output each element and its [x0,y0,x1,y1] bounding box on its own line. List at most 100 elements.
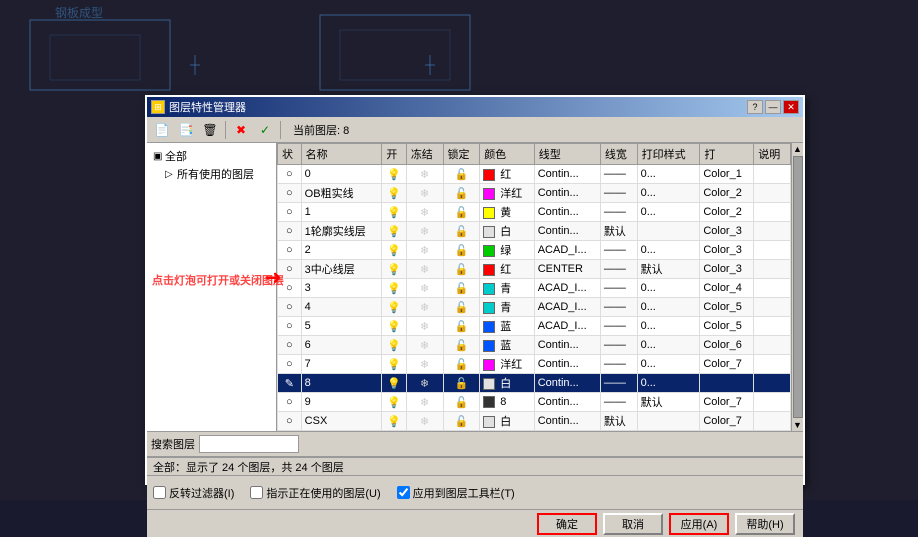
freeze-icon[interactable]: ❄ [420,245,429,257]
cell-linewidth[interactable]: —— [600,374,637,393]
cell-freeze[interactable]: ❄ [406,393,443,412]
freeze-icon[interactable]: ❄ [420,207,429,219]
cell-desc[interactable] [754,355,791,374]
cell-lock[interactable]: 🔓 [443,165,480,184]
cell-linetype[interactable]: Contin... [534,393,600,412]
lock-icon[interactable]: 🔓 [454,207,468,219]
checkbox-invert-filter[interactable]: 反转过滤器(I) [153,485,234,501]
bulb-icon[interactable]: 💡 [387,207,401,219]
cell-print[interactable]: Color_1 [700,165,754,184]
bulb-icon[interactable]: 💡 [387,378,401,390]
cell-on[interactable]: 💡 [382,165,407,184]
color-swatch[interactable] [483,396,495,408]
cell-on[interactable]: 💡 [382,336,407,355]
cell-linewidth[interactable]: —— [600,241,637,260]
cell-freeze[interactable]: ❄ [406,203,443,222]
col-linetype[interactable]: 线型 [534,144,600,165]
cell-on[interactable]: 💡 [382,374,407,393]
cell-print-style[interactable]: 0... [637,317,700,336]
cell-desc[interactable] [754,184,791,203]
cell-name[interactable]: 0 [301,165,382,184]
freeze-icon[interactable]: ❄ [420,321,429,333]
cell-freeze[interactable]: ❄ [406,279,443,298]
freeze-icon[interactable]: ❄ [420,283,429,295]
cell-desc[interactable] [754,412,791,431]
cell-desc[interactable] [754,336,791,355]
cell-color[interactable]: 白 [480,412,535,431]
minimize-btn[interactable]: — [765,100,781,114]
cell-lock[interactable]: 🔓 [443,260,480,279]
cell-linetype[interactable]: CENTER [534,260,600,279]
table-row[interactable]: ○ 7 💡 ❄ 🔓 洋红 Contin... —— 0... Color_7 [278,355,791,374]
cell-print-style[interactable]: 0... [637,165,700,184]
cell-linewidth[interactable]: 默认 [600,412,637,431]
cell-lock[interactable]: 🔓 [443,279,480,298]
cell-linetype[interactable]: Contin... [534,165,600,184]
cell-print-style[interactable]: 0... [637,355,700,374]
cell-print[interactable]: Color_3 [700,222,754,241]
cell-desc[interactable] [754,317,791,336]
freeze-icon[interactable]: ❄ [420,397,429,409]
lock-icon[interactable]: 🔓 [454,397,468,409]
freeze-icon[interactable]: ❄ [420,302,429,314]
cell-linewidth[interactable]: —— [600,355,637,374]
cell-freeze[interactable]: ❄ [406,241,443,260]
help-title-btn[interactable]: ? [747,100,763,114]
col-print[interactable]: 打 [700,144,754,165]
bulb-icon[interactable]: 💡 [387,188,401,200]
cell-freeze[interactable]: ❄ [406,260,443,279]
col-color[interactable]: 颜色 [480,144,535,165]
color-swatch[interactable] [483,283,495,295]
cell-name[interactable]: 7 [301,355,382,374]
lock-icon[interactable]: 🔓 [454,321,468,333]
cell-linetype[interactable]: Contin... [534,222,600,241]
lock-icon[interactable]: 🔓 [454,340,468,352]
cell-lock[interactable]: 🔓 [443,184,480,203]
cell-freeze[interactable]: ❄ [406,298,443,317]
cell-linetype[interactable]: Contin... [534,431,600,432]
bulb-icon[interactable]: 💡 [387,359,401,371]
cell-print[interactable] [700,374,754,393]
cell-print[interactable]: Color_3 [700,260,754,279]
freeze-icon[interactable]: ❄ [420,264,429,276]
cell-on[interactable]: 💡 [382,355,407,374]
cell-on[interactable]: 💡 [382,184,407,203]
cell-on[interactable]: 💡 [382,260,407,279]
cell-lock[interactable]: 🔓 [443,317,480,336]
cell-linewidth[interactable]: —— [600,336,637,355]
bulb-icon[interactable]: 💡 [387,245,401,257]
cell-name[interactable]: 4 [301,298,382,317]
cell-color[interactable]: 8 [480,393,535,412]
scrollbar[interactable]: ▲ ▼ [791,143,803,431]
table-row[interactable]: ○ 9 💡 ❄ 🔓 8 Contin... —— 默认 Color_7 [278,393,791,412]
cell-color[interactable]: 蓝 [480,336,535,355]
cell-print[interactable]: Color_7 [700,431,754,432]
cell-print[interactable]: Color_6 [700,336,754,355]
color-swatch[interactable] [483,416,495,428]
table-row[interactable]: ○ 6 💡 ❄ 🔓 蓝 Contin... —— 0... Color_6 [278,336,791,355]
cell-desc[interactable] [754,203,791,222]
cell-color[interactable]: 绿 [480,241,535,260]
cell-on[interactable]: 💡 [382,241,407,260]
col-print-style[interactable]: 打印样式 [637,144,700,165]
cell-print-style[interactable] [637,222,700,241]
cell-desc[interactable] [754,393,791,412]
cell-lock[interactable]: 🔓 [443,412,480,431]
cell-linetype[interactable]: ACAD_I... [534,317,600,336]
cell-print[interactable]: Color_2 [700,203,754,222]
col-on[interactable]: 开 [382,144,407,165]
table-row[interactable]: ○ 0 💡 ❄ 🔓 红 Contin... —— 0... Color_1 [278,165,791,184]
cell-freeze[interactable]: ❄ [406,336,443,355]
cell-name[interactable]: 3中心线层 [301,260,382,279]
cell-lock[interactable]: 🔓 [443,241,480,260]
scroll-thumb[interactable] [793,156,803,418]
cell-linetype[interactable]: Contin... [534,336,600,355]
cell-print[interactable]: Color_7 [700,355,754,374]
cell-freeze[interactable]: ❄ [406,355,443,374]
cell-linewidth[interactable]: —— [600,298,637,317]
cell-desc[interactable] [754,374,791,393]
cancel-button[interactable]: 取消 [603,513,663,535]
table-row[interactable]: ○ Defpoints 💡 ❄ 🔓 白 Contin... 默认 Color_7 [278,431,791,432]
scroll-down-btn[interactable]: ▼ [793,420,802,430]
cell-name[interactable]: 8 [301,374,382,393]
